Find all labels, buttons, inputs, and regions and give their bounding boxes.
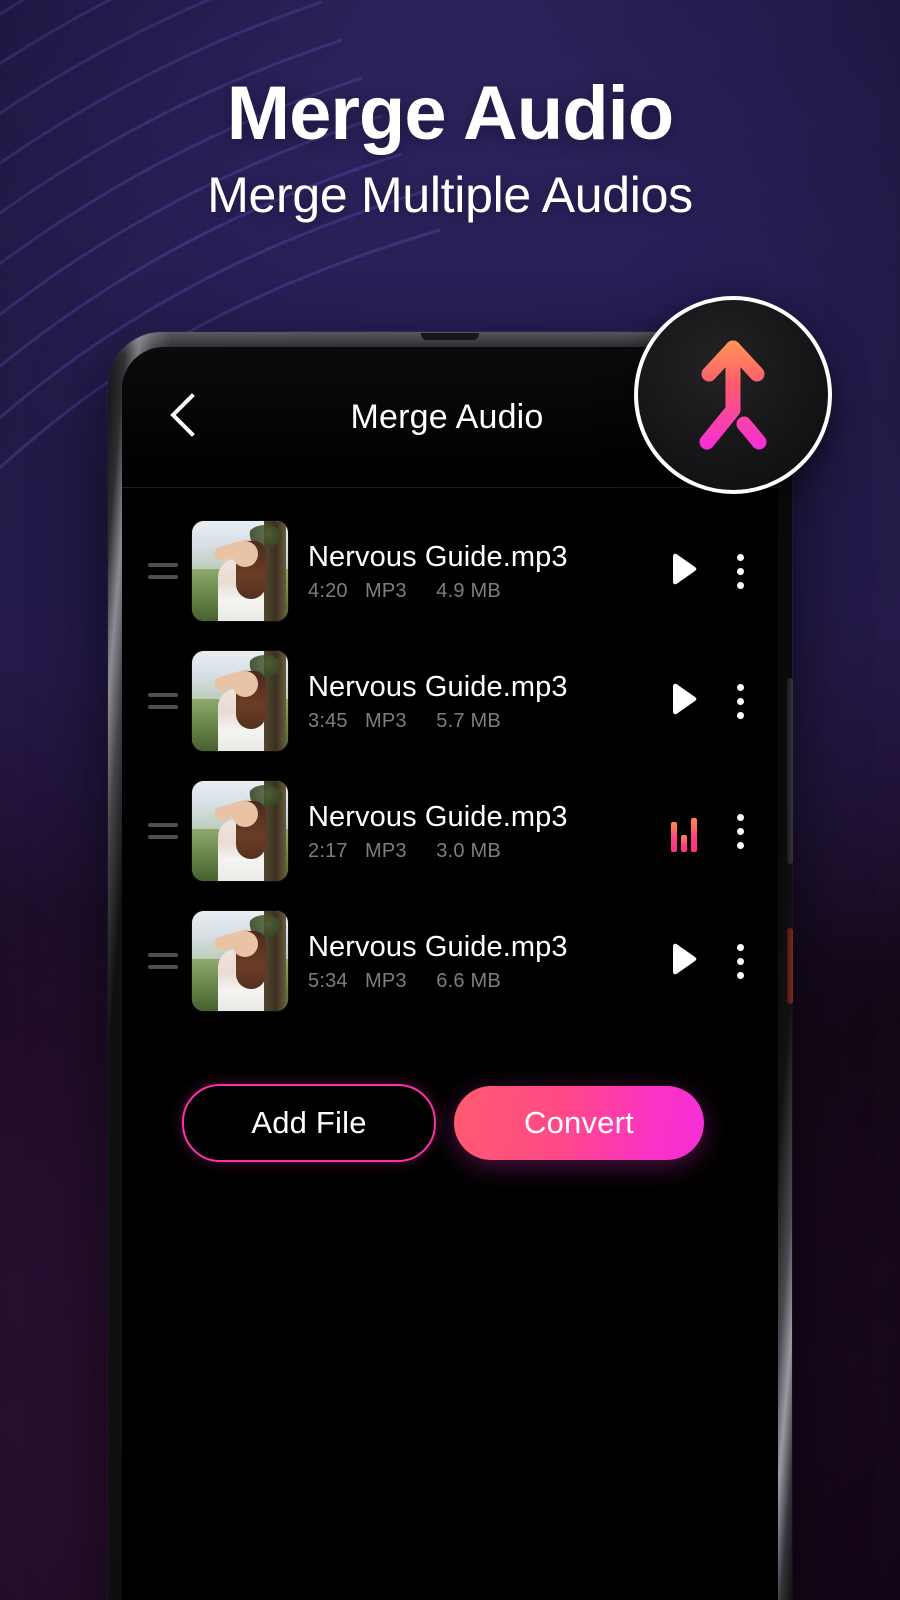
track-meta: 3:45 MP3 5.7 MB	[308, 710, 656, 733]
track-actions	[656, 673, 768, 729]
equalizer-icon[interactable]	[656, 796, 712, 866]
app-icon-badge	[634, 296, 832, 494]
audio-track-list: Nervous Guide.mp3 4:20 MP3 4.9 MB Nervou…	[122, 488, 778, 1026]
track-info: Nervous Guide.mp3 3:45 MP3 5.7 MB	[288, 669, 656, 733]
drag-handle-icon[interactable]	[140, 823, 192, 839]
track-actions	[656, 933, 768, 989]
convert-button[interactable]: Convert	[454, 1086, 704, 1160]
track-format: MP3	[365, 710, 407, 733]
track-duration: 4:20	[308, 580, 348, 603]
promo-headline: Merge Audio Merge Multiple Audios	[0, 74, 900, 223]
track-duration: 3:45	[308, 710, 348, 733]
drag-handle-icon[interactable]	[140, 563, 192, 579]
track-info: Nervous Guide.mp3 2:17 MP3 3.0 MB	[288, 799, 656, 863]
back-button[interactable]	[156, 391, 208, 443]
track-duration: 2:17	[308, 840, 348, 863]
drag-handle-icon[interactable]	[140, 693, 192, 709]
play-icon	[669, 942, 699, 981]
track-actions	[656, 543, 768, 599]
track-meta: 4:20 MP3 4.9 MB	[308, 580, 656, 603]
track-size: 5.7 MB	[436, 710, 501, 733]
album-art-thumbnail	[192, 911, 288, 1011]
track-title: Nervous Guide.mp3	[308, 800, 568, 833]
promo-subtitle: Merge Multiple Audios	[207, 166, 693, 223]
track-format: MP3	[365, 970, 407, 993]
track-size: 4.9 MB	[436, 580, 501, 603]
track-title: Nervous Guide.mp3	[308, 540, 568, 573]
more-options-button[interactable]	[718, 543, 762, 599]
track-actions	[656, 796, 768, 866]
promo-screenshot: Merge Audio Merge Multiple Audios Merge …	[0, 0, 900, 1600]
track-title: Nervous Guide.mp3	[308, 670, 568, 703]
track-format: MP3	[365, 580, 407, 603]
table-row[interactable]: Nervous Guide.mp3 4:20 MP3 4.9 MB	[122, 506, 778, 636]
chevron-left-icon	[167, 392, 197, 442]
track-meta: 2:17 MP3 3.0 MB	[308, 840, 656, 863]
track-meta: 5:34 MP3 6.6 MB	[308, 970, 656, 993]
phone-power-button[interactable]	[787, 928, 793, 1004]
phone-mockup: Merge Audio Nervous Guide.mp3 4:20 MP3 4…	[108, 332, 793, 1600]
action-button-bar: Add File Convert	[122, 1026, 778, 1162]
play-icon	[669, 552, 699, 591]
more-options-button[interactable]	[718, 673, 762, 729]
phone-volume-button[interactable]	[787, 678, 793, 864]
more-options-button[interactable]	[718, 933, 762, 989]
track-size: 3.0 MB	[436, 840, 501, 863]
album-art-thumbnail	[192, 651, 288, 751]
play-icon	[669, 682, 699, 721]
track-size: 6.6 MB	[436, 970, 501, 993]
track-duration: 5:34	[308, 970, 348, 993]
merge-arrows-icon	[677, 334, 789, 457]
phone-earpiece	[421, 333, 479, 340]
drag-handle-icon[interactable]	[140, 953, 192, 969]
track-title: Nervous Guide.mp3	[308, 930, 568, 963]
promo-title: Merge Audio	[226, 71, 674, 156]
play-button[interactable]	[656, 933, 712, 989]
track-info: Nervous Guide.mp3 4:20 MP3 4.9 MB	[288, 539, 656, 603]
album-art-thumbnail	[192, 521, 288, 621]
table-row[interactable]: Nervous Guide.mp3 2:17 MP3 3.0 MB	[122, 766, 778, 896]
phone-screen: Merge Audio Nervous Guide.mp3 4:20 MP3 4…	[122, 347, 778, 1600]
track-info: Nervous Guide.mp3 5:34 MP3 6.6 MB	[288, 929, 656, 993]
more-options-button[interactable]	[718, 803, 762, 859]
play-button[interactable]	[656, 543, 712, 599]
track-format: MP3	[365, 840, 407, 863]
play-button[interactable]	[656, 673, 712, 729]
table-row[interactable]: Nervous Guide.mp3 3:45 MP3 5.7 MB	[122, 636, 778, 766]
table-row[interactable]: Nervous Guide.mp3 5:34 MP3 6.6 MB	[122, 896, 778, 1026]
add-file-button[interactable]: Add File	[182, 1084, 436, 1162]
album-art-thumbnail	[192, 781, 288, 881]
